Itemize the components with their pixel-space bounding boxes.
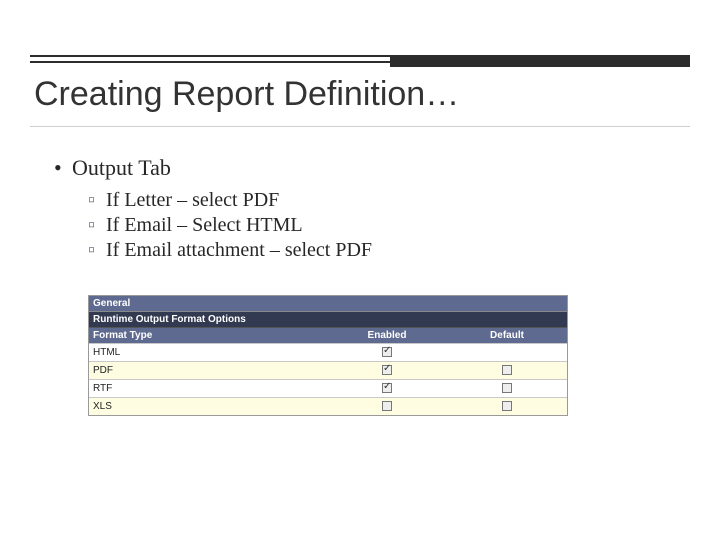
checkbox-enabled[interactable] — [382, 401, 392, 411]
checkbox-enabled[interactable] — [382, 383, 392, 393]
bullet-level2: ▫If Email attachment – select PDF — [88, 239, 670, 262]
bullet-level2: ▫If Letter – select PDF — [88, 189, 670, 212]
output-format-table: General Runtime Output Format Options Fo… — [88, 295, 568, 416]
col-enabled-header: Enabled — [327, 328, 447, 343]
checkbox-default[interactable] — [502, 401, 512, 411]
bullet-level2-text: If Letter – select PDF — [106, 189, 279, 211]
checkbox-default[interactable] — [502, 365, 512, 375]
format-cell: PDF — [89, 362, 327, 379]
bullet-level2-text: If Email – Select HTML — [106, 214, 303, 236]
table-row: PDF — [89, 361, 567, 379]
content-area: •Output Tab ▫If Letter – select PDF ▫If … — [58, 155, 670, 264]
bullet-level2: ▫If Email – Select HTML — [88, 214, 670, 237]
bullet-square-icon: ▫ — [88, 214, 106, 237]
default-cell — [447, 344, 567, 361]
table-row: RTF — [89, 379, 567, 397]
format-cell: RTF — [89, 380, 327, 397]
col-format-header: Format Type — [89, 328, 327, 343]
format-cell: HTML — [89, 344, 327, 361]
table-column-headers: Format Type Enabled Default — [89, 328, 567, 343]
checkbox-enabled[interactable] — [382, 347, 392, 357]
checkbox-default[interactable] — [502, 383, 512, 393]
enabled-cell — [327, 380, 447, 397]
enabled-cell — [327, 344, 447, 361]
slide-title: Creating Report Definition… — [34, 75, 459, 114]
enabled-cell — [327, 362, 447, 379]
bullet-level1-text: Output Tab — [72, 155, 171, 180]
default-cell — [447, 362, 567, 379]
table-row: HTML — [89, 343, 567, 361]
default-cell — [447, 380, 567, 397]
bullet-dot-icon: • — [54, 155, 72, 181]
bullet-level2-text: If Email attachment – select PDF — [106, 239, 372, 261]
bullet-square-icon: ▫ — [88, 239, 106, 262]
format-cell: XLS — [89, 398, 327, 415]
bullet-square-icon: ▫ — [88, 189, 106, 212]
bullet-level1: •Output Tab — [58, 155, 670, 181]
col-default-header: Default — [447, 328, 567, 343]
header-rule — [30, 55, 690, 63]
enabled-cell — [327, 398, 447, 415]
checkbox-enabled[interactable] — [382, 365, 392, 375]
table-row: XLS — [89, 397, 567, 415]
table-header-general: General — [89, 296, 567, 312]
table-header-runtime: Runtime Output Format Options — [89, 312, 567, 328]
title-underline — [30, 126, 690, 127]
default-cell — [447, 398, 567, 415]
